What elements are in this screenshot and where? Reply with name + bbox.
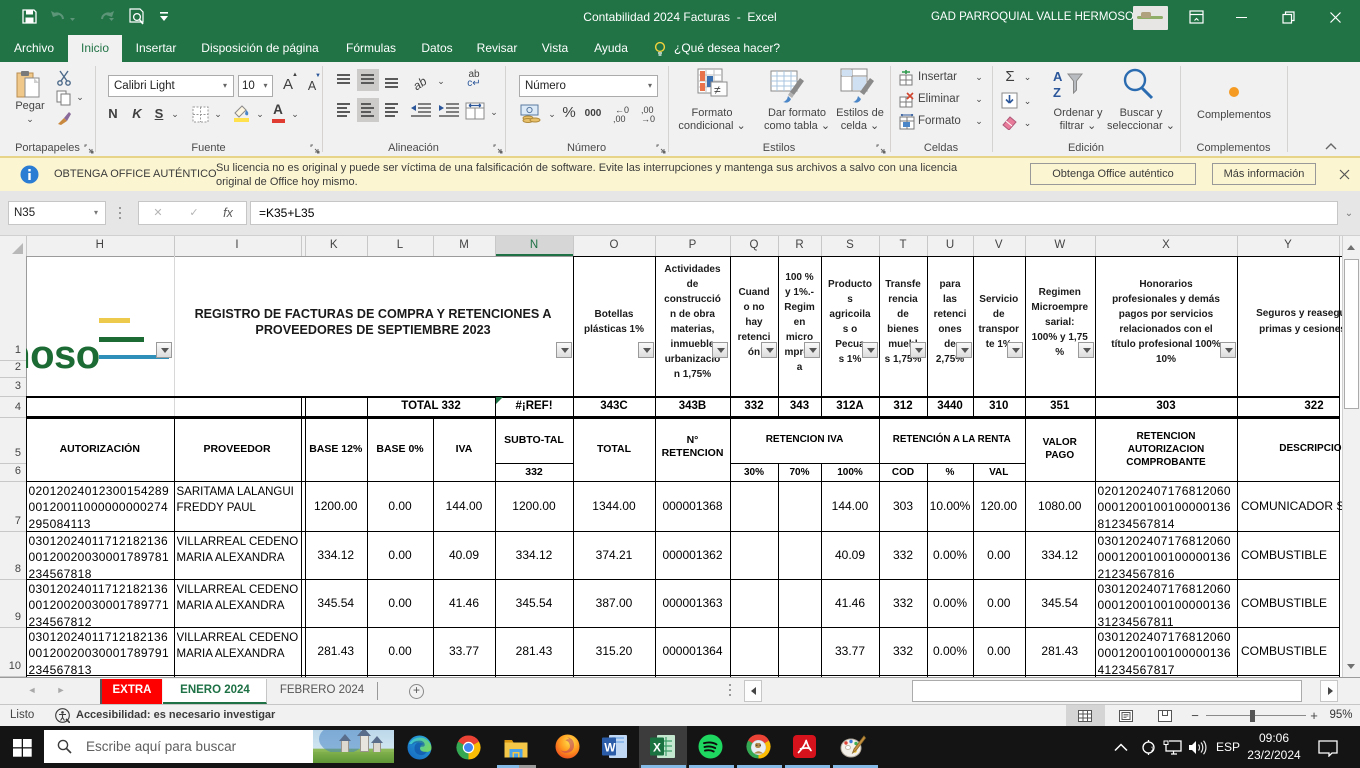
svg-text:W: W <box>604 741 616 755</box>
svg-text:,00: ,00 <box>613 114 626 124</box>
svg-text:→0: →0 <box>641 114 655 124</box>
svg-text:Z: Z <box>1053 85 1061 100</box>
svg-text:≠: ≠ <box>714 83 721 97</box>
svg-text:X: X <box>653 741 661 755</box>
svg-text:A: A <box>1053 69 1063 84</box>
